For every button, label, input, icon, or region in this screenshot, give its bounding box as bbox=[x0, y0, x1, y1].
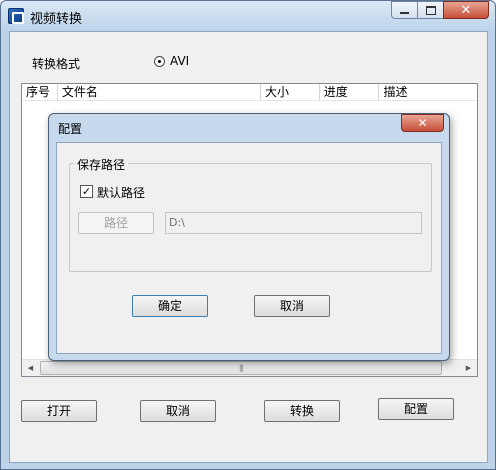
dialog-close-button[interactable]: ✕ bbox=[401, 114, 444, 132]
column-header-size[interactable]: 大小 bbox=[261, 84, 320, 101]
column-header-description[interactable]: 描述 bbox=[379, 84, 477, 101]
column-header-index[interactable]: 序号 bbox=[22, 84, 58, 101]
convert-button[interactable]: 转换 bbox=[264, 400, 340, 422]
open-button[interactable]: 打开 bbox=[21, 400, 97, 422]
window-title: 视频转换 bbox=[30, 12, 83, 27]
minimize-button[interactable] bbox=[391, 1, 418, 19]
config-dialog: 配置 ✕ 保存路径 ✓ 默认路径 路径 D:\ 确定 取消 bbox=[48, 113, 450, 361]
save-path-group: 保存路径 ✓ 默认路径 路径 D:\ bbox=[69, 156, 432, 272]
table-header: 序号 文件名 大小 进度 描述 bbox=[22, 84, 477, 101]
main-window: 视频转换 ✕ 转换格式 AVI 序号 文件名 大小 进度 描述 ◀ ||| ▶ … bbox=[0, 0, 496, 470]
scroll-right-icon[interactable]: ▶ bbox=[460, 360, 477, 376]
save-path-group-title: 保存路径 bbox=[74, 156, 129, 173]
title-bar[interactable]: 视频转换 ✕ bbox=[1, 1, 495, 31]
maximize-button[interactable] bbox=[417, 1, 444, 19]
column-header-progress[interactable]: 进度 bbox=[320, 84, 380, 101]
grip-icon: ||| bbox=[238, 364, 244, 372]
close-icon: ✕ bbox=[460, 2, 472, 18]
cancel-button[interactable]: 取消 bbox=[140, 400, 216, 422]
ok-button[interactable]: 确定 bbox=[132, 295, 208, 317]
avi-radio-label[interactable]: AVI bbox=[170, 54, 189, 68]
horizontal-scrollbar[interactable]: ◀ ||| ▶ bbox=[22, 359, 477, 376]
app-icon bbox=[8, 8, 24, 24]
scrollbar-thumb[interactable]: ||| bbox=[40, 361, 442, 375]
default-path-checkbox[interactable]: ✓ bbox=[80, 185, 93, 198]
close-button[interactable]: ✕ bbox=[443, 1, 489, 19]
scroll-left-icon[interactable]: ◀ bbox=[22, 360, 39, 376]
path-field[interactable]: D:\ bbox=[165, 212, 422, 234]
dialog-client-area: 保存路径 ✓ 默认路径 路径 D:\ 确定 取消 bbox=[56, 142, 442, 354]
format-label: 转换格式 bbox=[32, 57, 81, 71]
path-button[interactable]: 路径 bbox=[78, 212, 154, 234]
dialog-title: 配置 bbox=[58, 122, 83, 136]
avi-radio[interactable] bbox=[154, 56, 165, 67]
close-icon: ✕ bbox=[417, 116, 428, 130]
default-path-label[interactable]: 默认路径 bbox=[97, 184, 145, 201]
dialog-cancel-button[interactable]: 取消 bbox=[254, 295, 330, 317]
checkmark-icon: ✓ bbox=[81, 185, 92, 198]
column-header-filename[interactable]: 文件名 bbox=[58, 84, 261, 101]
config-button[interactable]: 配置 bbox=[378, 398, 454, 420]
caption-buttons: ✕ bbox=[391, 1, 489, 21]
